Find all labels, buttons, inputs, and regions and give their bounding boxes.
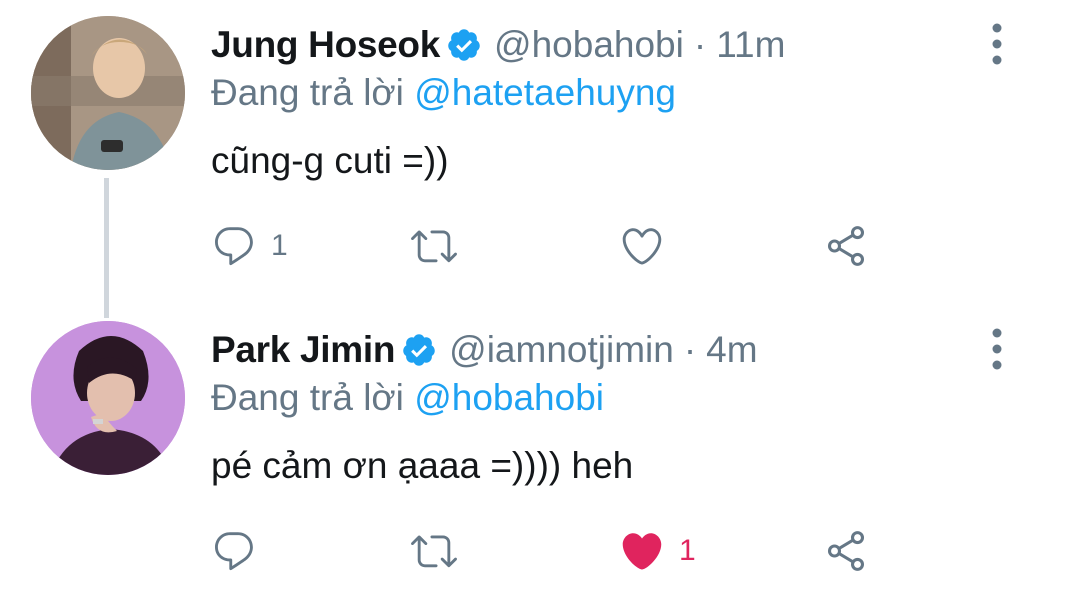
like-count: 1 <box>679 534 696 567</box>
mention-link[interactable]: @hatetaehuyng <box>414 72 676 113</box>
avatar[interactable] <box>31 321 185 475</box>
tweet[interactable]: Jung Hoseok @hobahobi · 11m Đang trả lời… <box>0 0 1080 300</box>
separator-dot: · <box>693 24 707 65</box>
action-bar: 1 <box>211 523 891 579</box>
avatar-image <box>31 16 185 170</box>
more-vertical-icon[interactable] <box>982 327 1012 371</box>
tweet[interactable]: Park Jimin @iamnotjimin · 4m Đang trả lờ… <box>0 305 1080 591</box>
verified-badge-icon <box>446 27 482 63</box>
reply-bubble-icon <box>215 532 253 571</box>
retweet-button[interactable] <box>411 218 471 274</box>
share-button[interactable] <box>823 218 869 274</box>
tweet-header: Jung Hoseok @hobahobi · 11m <box>211 22 785 68</box>
reply-button[interactable] <box>211 523 271 579</box>
avatar-image <box>31 321 185 475</box>
verified-badge-icon <box>401 332 437 368</box>
reply-button[interactable]: 1 <box>211 218 288 274</box>
reply-bubble-icon <box>215 227 253 266</box>
heart-filled-icon <box>622 533 662 570</box>
retweet-icon <box>411 535 457 568</box>
replying-to-prefix: Đang trả lời <box>211 377 404 418</box>
handle[interactable]: @hobahobi <box>494 24 684 66</box>
mention-link[interactable]: @hobahobi <box>414 377 604 418</box>
action-bar: 1 <box>211 218 891 274</box>
like-button[interactable]: 1 <box>619 523 696 579</box>
reply-count: 1 <box>271 229 288 262</box>
tweet-text: pé cảm ơn ạaaa =)))) heh <box>211 445 634 486</box>
handle[interactable]: @iamnotjimin <box>449 329 674 371</box>
like-button[interactable] <box>619 218 679 274</box>
avatar[interactable] <box>31 16 185 170</box>
share-icon <box>827 531 865 571</box>
retweet-button[interactable] <box>411 523 471 579</box>
tweet-header: Park Jimin @iamnotjimin · 4m <box>211 327 758 373</box>
tweet-text: cũng-g cuti =)) <box>211 140 449 181</box>
more-vertical-icon[interactable] <box>982 22 1012 66</box>
share-button[interactable] <box>823 523 869 579</box>
heart-icon <box>622 228 662 265</box>
timestamp[interactable]: 4m <box>706 329 757 371</box>
timestamp[interactable]: 11m <box>716 24 785 66</box>
replying-to: Đang trả lời @hobahobi <box>211 377 604 419</box>
separator-dot: · <box>683 329 697 370</box>
share-icon <box>827 226 865 266</box>
display-name[interactable]: Jung Hoseok <box>211 24 440 66</box>
display-name[interactable]: Park Jimin <box>211 329 395 371</box>
replying-to: Đang trả lời @hatetaehuyng <box>211 72 676 114</box>
retweet-icon <box>411 230 457 263</box>
replying-to-prefix: Đang trả lời <box>211 72 404 113</box>
